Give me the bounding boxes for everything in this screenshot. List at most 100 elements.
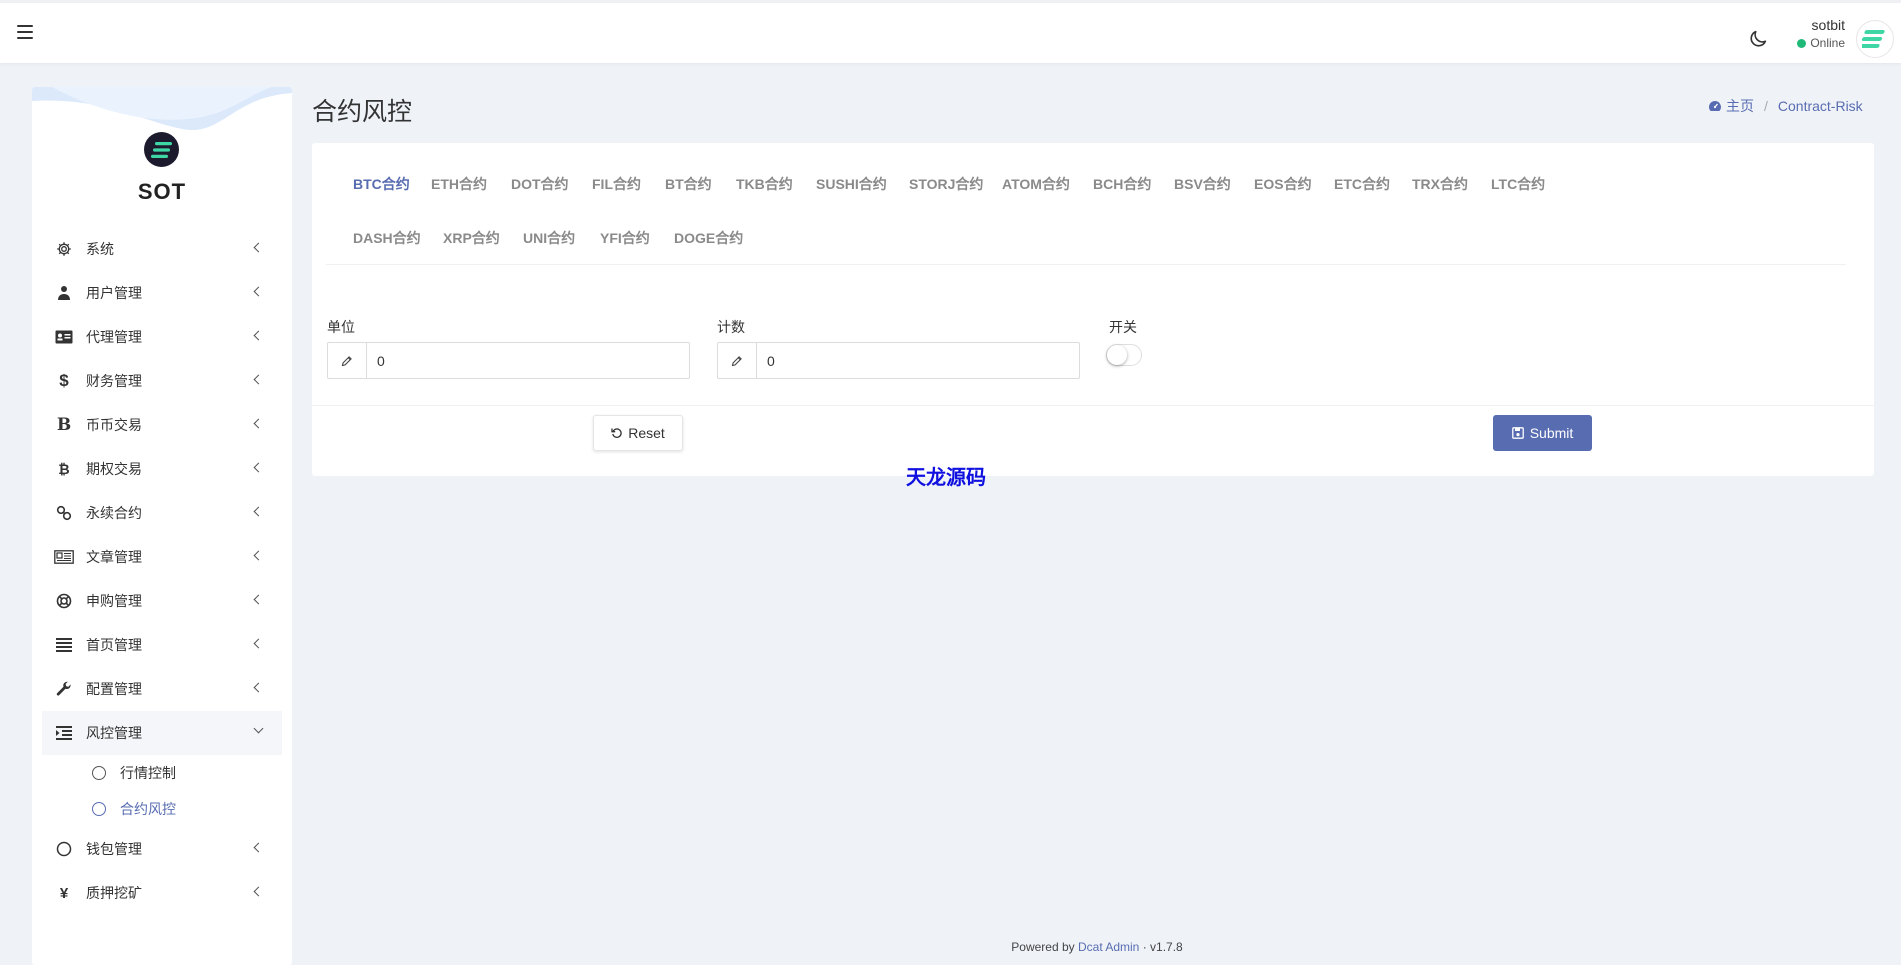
sidebar-item-label: 文章管理 <box>86 549 142 565</box>
menu-toggle-icon[interactable] <box>17 25 33 39</box>
sidebar-item-perpetual[interactable]: 永续合约 <box>32 491 292 535</box>
reset-button[interactable]: Reset <box>593 415 683 451</box>
sidebar-item-finance[interactable]: $ 财务管理 <box>32 359 292 403</box>
tab-tkb[interactable]: TKB合约 <box>736 174 793 194</box>
sidebar-item-homepage[interactable]: 首页管理 <box>32 623 292 667</box>
pencil-icon <box>328 343 367 378</box>
sidebar-item-wallet[interactable]: 钱包管理 <box>32 827 292 871</box>
sidebar-item-subscription[interactable]: 申购管理 <box>32 579 292 623</box>
link-icon <box>54 504 74 522</box>
version-text: v1.7.8 <box>1150 940 1183 954</box>
page-footer: Powered by Dcat Admin · v1.7.8 <box>0 940 1901 954</box>
bitcoin-b-icon: B <box>56 415 72 435</box>
wrench-icon <box>54 680 74 698</box>
sidebar-item-users[interactable]: 用户管理 <box>32 271 292 315</box>
sidebar-item-label: 首页管理 <box>86 637 142 653</box>
footer-separator: · <box>1142 940 1147 954</box>
tab-atom[interactable]: ATOM合约 <box>1002 174 1070 194</box>
chevron-left-icon <box>253 418 264 429</box>
sidebar-subitem-market-control[interactable]: 行情控制 <box>32 755 292 791</box>
watermark-text: 天龙源码 <box>906 467 986 489</box>
sidebar-item-staking[interactable]: ¥ 质押挖矿 <box>32 871 292 915</box>
tab-xrp[interactable]: XRP合约 <box>443 228 500 248</box>
sidebar-item-label: 风控管理 <box>86 725 142 741</box>
tab-fil[interactable]: FIL合约 <box>592 174 641 194</box>
tab-trx[interactable]: TRX合约 <box>1412 174 1468 194</box>
unit-input[interactable] <box>367 343 689 378</box>
powered-by-text: Powered by <box>1011 940 1075 954</box>
sidebar-item-agents[interactable]: 代理管理 <box>32 315 292 359</box>
sidebar-item-label: 系统 <box>86 241 114 257</box>
count-input[interactable] <box>757 343 1079 378</box>
sidebar-item-risk-control[interactable]: 风控管理 <box>42 711 282 755</box>
dollar-icon: $ <box>59 371 69 390</box>
circle-icon <box>54 840 74 858</box>
circle-icon <box>92 802 106 816</box>
count-label: 计数 <box>717 319 745 335</box>
pencil-icon <box>718 343 757 378</box>
page-title: 合约风控 <box>312 98 413 126</box>
sidebar-item-label: 质押挖矿 <box>86 885 142 901</box>
sidebar-subitem-label: 行情控制 <box>120 765 176 781</box>
sidebar-subitem-contract-risk[interactable]: 合约风控 <box>32 791 292 827</box>
tab-bch[interactable]: BCH合约 <box>1093 174 1151 194</box>
switch-label: 开关 <box>1109 319 1137 335</box>
sidebar-item-spot-trading[interactable]: B 币币交易 <box>32 403 292 447</box>
chevron-left-icon <box>253 886 264 897</box>
breadcrumb-home[interactable]: 主页 <box>1708 96 1754 116</box>
dark-mode-moon-icon[interactable] <box>1747 28 1769 50</box>
sidebar-item-label: 永续合约 <box>86 505 142 521</box>
user-info[interactable]: sotbit Online <box>1795 17 1845 50</box>
sot-logo-icon <box>1862 30 1885 48</box>
sidebar-item-label: 币币交易 <box>86 417 142 433</box>
tab-btc[interactable]: BTC合约 <box>353 174 410 194</box>
form-footer-divider <box>312 405 1874 406</box>
gear-icon <box>54 240 74 258</box>
sidebar-item-label: 用户管理 <box>86 285 142 301</box>
save-icon <box>1511 427 1524 439</box>
bars-icon <box>54 636 74 654</box>
reset-button-label: Reset <box>628 425 665 441</box>
tab-bsv[interactable]: BSV合约 <box>1174 174 1231 194</box>
breadcrumb: 主页 / Contract-Risk <box>1708 96 1863 116</box>
dashboard-icon <box>1709 101 1721 111</box>
tab-eth[interactable]: ETH合约 <box>431 174 487 194</box>
sidebar-item-options[interactable]: ₿ 期权交易 <box>32 447 292 491</box>
tab-doge[interactable]: DOGE合约 <box>674 228 743 248</box>
sidebar: SOT 系统 用户管理 代理管理 $ 财务管理 B 币币交易 ₿ 期权交易 永续… <box>32 87 292 965</box>
sidebar-item-label: 财务管理 <box>86 373 142 389</box>
tab-etc[interactable]: ETC合约 <box>1334 174 1390 194</box>
submit-button[interactable]: Submit <box>1493 415 1592 451</box>
sot-logo-icon <box>150 141 172 158</box>
chevron-left-icon <box>253 374 264 385</box>
avatar[interactable] <box>1856 20 1894 58</box>
yen-icon: ¥ <box>59 884 69 902</box>
sidebar-item-articles[interactable]: 文章管理 <box>32 535 292 579</box>
tab-bt[interactable]: BT合约 <box>665 174 712 194</box>
tab-uni[interactable]: UNI合约 <box>523 228 575 248</box>
tab-yfi[interactable]: YFI合约 <box>600 228 650 248</box>
tab-dot[interactable]: DOT合约 <box>511 174 569 194</box>
users-icon <box>54 284 74 302</box>
tab-dash[interactable]: DASH合约 <box>353 228 421 248</box>
enable-switch[interactable] <box>1106 344 1142 366</box>
sidebar-item-label: 代理管理 <box>86 329 142 345</box>
breadcrumb-current: Contract-Risk <box>1777 98 1863 114</box>
sidebar-item-label: 钱包管理 <box>86 841 142 857</box>
chevron-left-icon <box>253 286 264 297</box>
sidebar-item-system[interactable]: 系统 <box>32 227 292 271</box>
sidebar-item-config[interactable]: 配置管理 <box>32 667 292 711</box>
tab-storj[interactable]: STORJ合约 <box>909 174 983 194</box>
chevron-left-icon <box>253 506 264 517</box>
user-status-text: Online <box>1810 36 1845 50</box>
user-name: sotbit <box>1811 17 1845 33</box>
user-status: Online <box>1795 36 1845 50</box>
dcat-admin-link[interactable]: Dcat Admin <box>1078 940 1139 954</box>
sidebar-item-label: 配置管理 <box>86 681 142 697</box>
tab-ltc[interactable]: LTC合约 <box>1491 174 1545 194</box>
tab-sushi[interactable]: SUSHI合约 <box>816 174 887 194</box>
tab-eos[interactable]: EOS合约 <box>1254 174 1312 194</box>
sidebar-item-label: 期权交易 <box>86 461 142 477</box>
contract-tabs: BTC合约 ETH合约 DOT合约 FIL合约 BT合约 TKB合约 SUSHI… <box>326 143 1846 265</box>
life-ring-icon <box>54 592 74 610</box>
